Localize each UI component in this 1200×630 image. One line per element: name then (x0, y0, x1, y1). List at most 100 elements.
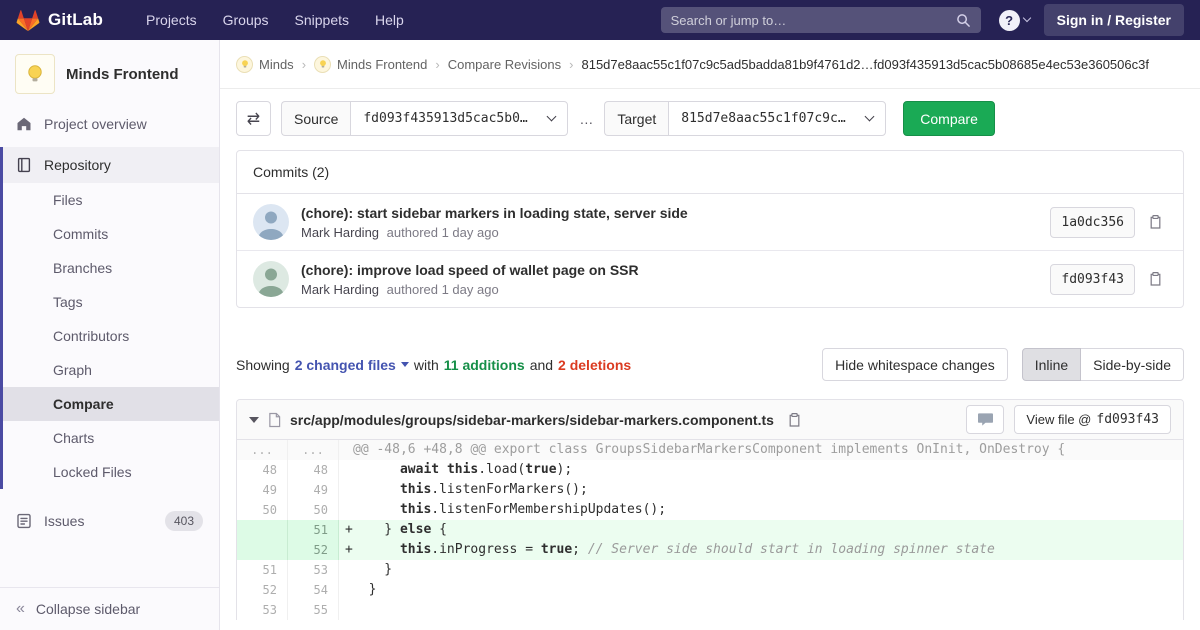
commit-sha-badge[interactable]: fd093f43 (1050, 264, 1135, 295)
top-navbar: GitLab ProjectsGroupsSnippetsHelp ? Sign… (0, 0, 1200, 40)
old-line-number[interactable]: 48 (237, 460, 288, 480)
new-line-number[interactable]: 48 (288, 460, 339, 480)
sidebar-item-files[interactable]: Files (3, 183, 219, 217)
sidebar-item-branches[interactable]: Branches (3, 251, 219, 285)
help-menu[interactable]: ? (999, 10, 1030, 31)
nav-link-snippets[interactable]: Snippets (282, 0, 362, 40)
code-line: @@ -48,6 +48,8 @@ export class GroupsSid… (339, 440, 1183, 460)
search-input[interactable] (671, 13, 948, 28)
code-line: } (339, 560, 1183, 580)
sidebar-section-repository: Repository FilesCommitsBranchesTagsContr… (0, 147, 219, 489)
commit-author-link[interactable]: Mark Harding (301, 282, 379, 297)
target-revision-dropdown[interactable]: 815d7e8aac55c1f07c9c… (668, 101, 886, 136)
diff-lines: ...... @@ -48,6 +48,8 @@ export class Gr… (237, 440, 1183, 620)
swap-revisions-button[interactable]: ⇄ (236, 101, 271, 136)
collapse-file-caret-icon[interactable] (249, 417, 259, 423)
commit-meta: authored 1 day ago (387, 282, 499, 297)
code-line: this.listenForMarkers(); (339, 480, 1183, 500)
new-line-number[interactable]: 53 (288, 560, 339, 580)
old-line-number[interactable]: 49 (237, 480, 288, 500)
new-line-number[interactable]: 49 (288, 480, 339, 500)
sidebar-item-locked-files[interactable]: Locked Files (3, 455, 219, 489)
sidebar-item-label: Issues (44, 513, 84, 529)
sidebar-item-graph[interactable]: Graph (3, 353, 219, 387)
source-revision-dropdown[interactable]: fd093f435913d5cac5b0… (350, 101, 568, 136)
target-input-group: Target 815d7e8aac55c1f07c9c… (604, 101, 886, 136)
revision-range-dots: … (579, 111, 593, 127)
commit-title[interactable]: (chore): start sidebar markers in loadin… (301, 205, 1050, 221)
brand-name: GitLab (48, 10, 103, 30)
toggle-comments-button[interactable] (966, 405, 1004, 434)
sidebar-item-label: Repository (44, 157, 111, 173)
gitlab-home-link[interactable]: GitLab (16, 9, 103, 32)
line-change-marker (339, 580, 353, 600)
sidebar-item-issues[interactable]: Issues 403 (0, 501, 219, 541)
nav-link-projects[interactable]: Projects (133, 0, 210, 40)
new-line-number[interactable]: 51 (288, 520, 339, 540)
sidebar-item-commits[interactable]: Commits (3, 217, 219, 251)
target-revision-value: 815d7e8aac55c1f07c9c… (681, 111, 845, 126)
changed-files-dropdown[interactable]: 2 changed files (295, 357, 409, 373)
copy-sha-button[interactable] (1144, 210, 1167, 234)
diff-code-row: 5153 } (237, 560, 1183, 580)
sidebar-item-project-overview[interactable]: Project overview (0, 106, 219, 142)
project-name: Minds Frontend (66, 66, 179, 83)
hide-whitespace-button[interactable]: Hide whitespace changes (822, 348, 1008, 381)
code-line: this.listenForMembershipUpdates(); (339, 500, 1183, 520)
nav-link-help[interactable]: Help (362, 0, 417, 40)
view-file-button[interactable]: View file @ fd093f43 (1014, 405, 1171, 434)
old-line-number[interactable] (237, 540, 288, 560)
sidebar-item-repository[interactable]: Repository (3, 147, 219, 183)
search-box[interactable] (661, 7, 981, 33)
inline-view-button[interactable]: Inline (1022, 348, 1081, 381)
clipboard-icon (1148, 214, 1163, 230)
showing-label: Showing (236, 357, 290, 373)
old-line-number[interactable]: 50 (237, 500, 288, 520)
commit-author-avatar[interactable] (253, 204, 289, 240)
sidebar-item-contributors[interactable]: Contributors (3, 319, 219, 353)
main-content: Minds › Minds Frontend › Compare Revisio… (220, 40, 1200, 630)
sidebar-item-tags[interactable]: Tags (3, 285, 219, 319)
commit-row: (chore): improve load speed of wallet pa… (237, 250, 1183, 307)
sidebar-item-label: Project overview (44, 116, 147, 132)
side-by-side-view-button[interactable]: Side-by-side (1080, 348, 1184, 381)
caret-down-icon (401, 362, 409, 367)
old-line-number[interactable]: 51 (237, 560, 288, 580)
compare-button[interactable]: Compare (903, 101, 995, 136)
commit-author-avatar[interactable] (253, 261, 289, 297)
line-change-marker (339, 460, 353, 480)
file-path[interactable]: src/app/modules/groups/sidebar-markers/s… (290, 412, 774, 428)
nav-link-groups[interactable]: Groups (210, 0, 282, 40)
group-avatar (236, 56, 253, 73)
sidebar-item-charts[interactable]: Charts (3, 421, 219, 455)
copy-file-path-button[interactable] (783, 408, 806, 432)
sidebar: Minds Frontend Project overview Reposito… (0, 40, 220, 630)
view-mode-toggle: Inline Side-by-side (1022, 348, 1184, 381)
chevron-down-icon (865, 112, 875, 122)
collapse-sidebar-button[interactable]: « Collapse sidebar (0, 587, 219, 630)
breadcrumb-current-revisions: 815d7e8aac55c1f07c9c5ad5badda81b9f4761d2… (581, 57, 1148, 72)
line-change-marker: + (339, 540, 353, 560)
new-line-number[interactable]: 50 (288, 500, 339, 520)
sidebar-item-compare[interactable]: Compare (3, 387, 219, 421)
commit-sha-badge[interactable]: 1a0dc356 (1050, 207, 1135, 238)
old-line-number[interactable]: 52 (237, 580, 288, 600)
project-header[interactable]: Minds Frontend (0, 40, 219, 106)
new-line-number[interactable]: 55 (288, 600, 339, 620)
commit-title[interactable]: (chore): improve load speed of wallet pa… (301, 262, 1050, 278)
breadcrumb-project-link[interactable]: Minds Frontend (337, 57, 427, 72)
old-line-number[interactable]: 53 (237, 600, 288, 620)
diff-view-actions: Hide whitespace changes Inline Side-by-s… (822, 348, 1184, 381)
new-line-number[interactable]: 54 (288, 580, 339, 600)
signin-button[interactable]: Sign in / Register (1044, 4, 1184, 36)
breadcrumb-compare-link[interactable]: Compare Revisions (448, 57, 561, 72)
breadcrumb-group-link[interactable]: Minds (259, 57, 294, 72)
new-line-number[interactable]: 52 (288, 540, 339, 560)
commit-author-link[interactable]: Mark Harding (301, 225, 379, 240)
collapse-icon: « (16, 601, 25, 617)
view-file-sha: fd093f43 (1096, 412, 1159, 427)
code-line: + } else { (339, 520, 1183, 540)
copy-sha-button[interactable] (1144, 267, 1167, 291)
old-line-number[interactable] (237, 520, 288, 540)
source-input-group: Source fd093f435913d5cac5b0… (281, 101, 568, 136)
